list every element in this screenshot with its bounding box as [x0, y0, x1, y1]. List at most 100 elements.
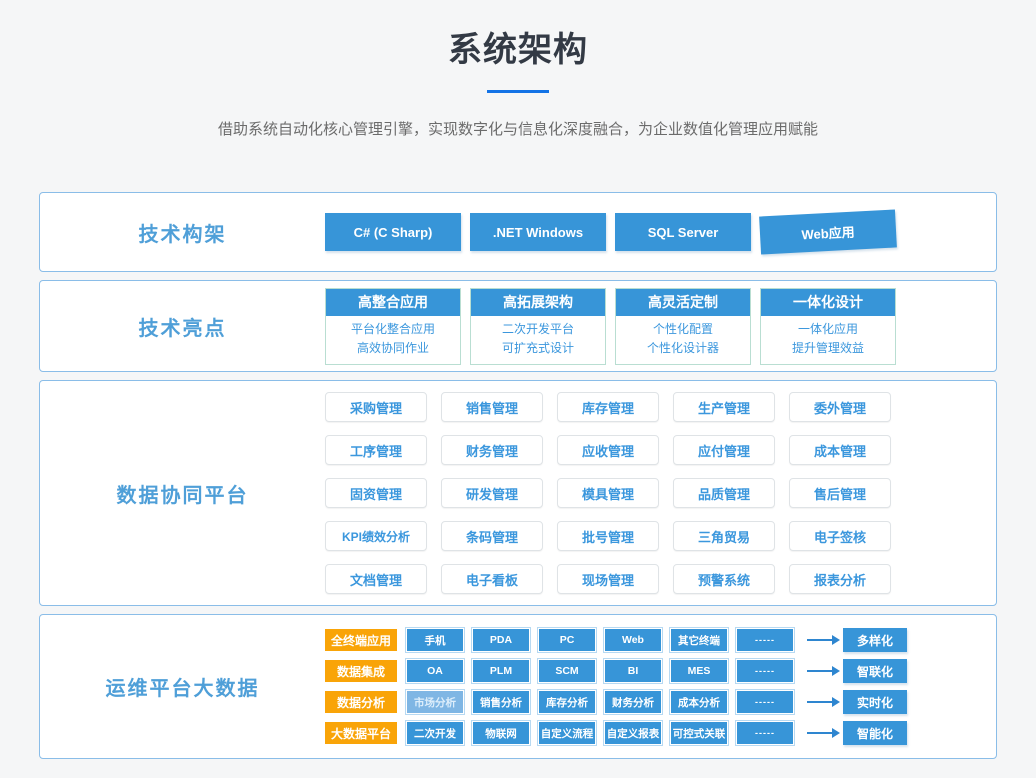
- tech-button-dotnet[interactable]: .NET Windows: [470, 213, 606, 251]
- module-button[interactable]: 销售管理: [441, 392, 543, 422]
- ops-category-badge: 全终端应用: [325, 629, 397, 651]
- highlight-cards: 高整合应用 平台化整合应用 高效协同作业 高拓展架构 二次开发平台 可扩充式设计…: [325, 288, 896, 365]
- ops-chip[interactable]: 自定义报表: [605, 722, 661, 744]
- highlight-card-title: 高拓展架构: [471, 289, 605, 316]
- arrow-right-icon: [807, 701, 833, 703]
- tech-button-sqlserver[interactable]: SQL Server: [615, 213, 751, 251]
- section-label-ops-platform: 运维平台大数据: [40, 672, 325, 701]
- ops-result-button[interactable]: 实时化: [843, 690, 907, 714]
- ops-chip-ellipsis: -----: [737, 629, 793, 651]
- ops-category-badge: 数据分析: [325, 691, 397, 713]
- module-button[interactable]: 应付管理: [673, 435, 775, 465]
- system-architecture-page: 系统架构 借助系统自动化核心管理引擎，实现数字化与信息化深度融合，为企业数值化管…: [0, 0, 1036, 778]
- module-button[interactable]: 模具管理: [557, 478, 659, 508]
- ops-chip[interactable]: 市场分析: [407, 691, 463, 713]
- ops-chip[interactable]: MES: [671, 660, 727, 682]
- module-button[interactable]: 固资管理: [325, 478, 427, 508]
- module-button[interactable]: 批号管理: [557, 521, 659, 551]
- module-button[interactable]: 品质管理: [673, 478, 775, 508]
- highlight-card-unified: 一体化设计 一体化应用 提升管理效益: [760, 288, 896, 365]
- highlight-card-line: 可扩充式设计: [471, 339, 605, 358]
- section-label-data-platform: 数据协同平台: [40, 479, 325, 508]
- module-button[interactable]: 生产管理: [673, 392, 775, 422]
- tech-button-web[interactable]: Web应用: [759, 209, 897, 254]
- ops-chip[interactable]: 库存分析: [539, 691, 595, 713]
- section-tech-highlights: 技术亮点 高整合应用 平台化整合应用 高效协同作业 高拓展架构 二次开发平台 可…: [39, 280, 997, 372]
- module-button[interactable]: 电子签核: [789, 521, 891, 551]
- highlight-card-title: 高灵活定制: [616, 289, 750, 316]
- section-label-tech-highlights: 技术亮点: [40, 312, 325, 341]
- tech-button-row: C# (C Sharp) .NET Windows SQL Server Web…: [325, 213, 896, 251]
- ops-rows: 全终端应用 手机 PDA PC Web 其它终端 ----- 多样化 数据集成 …: [325, 628, 907, 745]
- highlight-card-integration: 高整合应用 平台化整合应用 高效协同作业: [325, 288, 461, 365]
- ops-row-bigdata: 大数据平台 二次开发 物联网 自定义流程 自定义报表 可控式关联 ----- 智…: [325, 721, 907, 745]
- module-button[interactable]: 电子看板: [441, 564, 543, 594]
- ops-category-badge: 大数据平台: [325, 722, 397, 744]
- module-button[interactable]: 现场管理: [557, 564, 659, 594]
- module-button[interactable]: 委外管理: [789, 392, 891, 422]
- highlight-card-title: 一体化设计: [761, 289, 895, 316]
- ops-chip-ellipsis: -----: [737, 722, 793, 744]
- module-grid: 采购管理 销售管理 库存管理 生产管理 委外管理 工序管理 财务管理 应收管理 …: [325, 392, 910, 594]
- ops-result-button[interactable]: 智联化: [843, 659, 907, 683]
- module-button[interactable]: 预警系统: [673, 564, 775, 594]
- module-button[interactable]: 财务管理: [441, 435, 543, 465]
- ops-chip[interactable]: 物联网: [473, 722, 529, 744]
- arrow-right-icon: [807, 732, 833, 734]
- title-underline: [487, 90, 549, 93]
- page-title: 系统架构: [0, 0, 1036, 71]
- ops-result-button[interactable]: 多样化: [843, 628, 907, 652]
- module-button[interactable]: 工序管理: [325, 435, 427, 465]
- highlight-card-line: 高效协同作业: [326, 339, 460, 358]
- highlight-card-line: 二次开发平台: [471, 320, 605, 339]
- highlight-card-line: 个性化配置: [616, 320, 750, 339]
- ops-category-badge: 数据集成: [325, 660, 397, 682]
- module-button[interactable]: 库存管理: [557, 392, 659, 422]
- highlight-card-line: 平台化整合应用: [326, 320, 460, 339]
- module-button[interactable]: 文档管理: [325, 564, 427, 594]
- highlight-card-line: 个性化设计器: [616, 339, 750, 358]
- ops-chip[interactable]: 销售分析: [473, 691, 529, 713]
- module-button[interactable]: KPI绩效分析: [325, 521, 427, 551]
- module-button[interactable]: 研发管理: [441, 478, 543, 508]
- module-button[interactable]: 成本管理: [789, 435, 891, 465]
- highlight-card-flexibility: 高灵活定制 个性化配置 个性化设计器: [615, 288, 751, 365]
- module-button[interactable]: 采购管理: [325, 392, 427, 422]
- module-button[interactable]: 应收管理: [557, 435, 659, 465]
- section-stack: 技术构架 C# (C Sharp) .NET Windows SQL Serve…: [39, 192, 997, 759]
- tech-button-csharp[interactable]: C# (C Sharp): [325, 213, 461, 251]
- ops-chip[interactable]: PLM: [473, 660, 529, 682]
- ops-chip[interactable]: 二次开发: [407, 722, 463, 744]
- ops-row-analysis: 数据分析 市场分析 销售分析 库存分析 财务分析 成本分析 ----- 实时化: [325, 690, 907, 714]
- module-button[interactable]: 售后管理: [789, 478, 891, 508]
- ops-chip[interactable]: 可控式关联: [671, 722, 727, 744]
- ops-chip[interactable]: SCM: [539, 660, 595, 682]
- highlight-card-line: 提升管理效益: [761, 339, 895, 358]
- ops-chip[interactable]: Web: [605, 629, 661, 651]
- highlight-card-title: 高整合应用: [326, 289, 460, 316]
- ops-result-button[interactable]: 智能化: [843, 721, 907, 745]
- module-button[interactable]: 条码管理: [441, 521, 543, 551]
- ops-row-integration: 数据集成 OA PLM SCM BI MES ----- 智联化: [325, 659, 907, 683]
- highlight-card-line: 一体化应用: [761, 320, 895, 339]
- ops-chip[interactable]: OA: [407, 660, 463, 682]
- arrow-right-icon: [807, 670, 833, 672]
- ops-chip[interactable]: 成本分析: [671, 691, 727, 713]
- section-tech-framework: 技术构架 C# (C Sharp) .NET Windows SQL Serve…: [39, 192, 997, 272]
- ops-chip[interactable]: 其它终端: [671, 629, 727, 651]
- ops-chip-ellipsis: -----: [737, 660, 793, 682]
- arrow-right-icon: [807, 639, 833, 641]
- ops-chip[interactable]: 自定义流程: [539, 722, 595, 744]
- section-label-tech-framework: 技术构架: [40, 218, 325, 247]
- module-button[interactable]: 三角贸易: [673, 521, 775, 551]
- ops-chip[interactable]: PC: [539, 629, 595, 651]
- ops-row-terminals: 全终端应用 手机 PDA PC Web 其它终端 ----- 多样化: [325, 628, 907, 652]
- section-ops-platform: 运维平台大数据 全终端应用 手机 PDA PC Web 其它终端 ----- 多…: [39, 614, 997, 759]
- page-subtitle: 借助系统自动化核心管理引擎，实现数字化与信息化深度融合，为企业数值化管理应用赋能: [0, 118, 1036, 139]
- ops-chip[interactable]: 财务分析: [605, 691, 661, 713]
- ops-chip[interactable]: BI: [605, 660, 661, 682]
- highlight-card-extensibility: 高拓展架构 二次开发平台 可扩充式设计: [470, 288, 606, 365]
- ops-chip[interactable]: 手机: [407, 629, 463, 651]
- module-button[interactable]: 报表分析: [789, 564, 891, 594]
- ops-chip[interactable]: PDA: [473, 629, 529, 651]
